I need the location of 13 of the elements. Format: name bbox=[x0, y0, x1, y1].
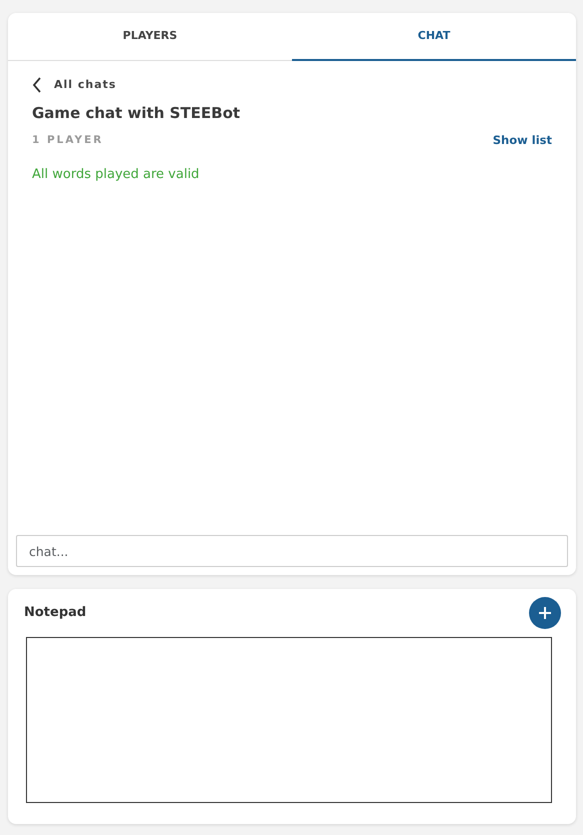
player-count: 1 PLAYER bbox=[32, 132, 104, 148]
chat-message: All words played are valid bbox=[32, 166, 200, 184]
notepad-field[interactable] bbox=[26, 637, 552, 803]
chat-title: Game chat with STEEBot bbox=[32, 102, 242, 124]
tab[interactable]: CHAT bbox=[292, 13, 576, 61]
tab[interactable]: PLAYERS bbox=[8, 13, 292, 61]
plus-icon bbox=[538, 606, 552, 620]
back-icon bbox=[32, 77, 42, 94]
show-list-link[interactable]: Show list bbox=[492, 132, 552, 150]
back-button[interactable]: All chats bbox=[32, 77, 116, 94]
add-button[interactable] bbox=[529, 597, 561, 629]
chat-input[interactable]: chat... bbox=[16, 535, 568, 567]
notepad-title: Notepad bbox=[24, 604, 86, 622]
